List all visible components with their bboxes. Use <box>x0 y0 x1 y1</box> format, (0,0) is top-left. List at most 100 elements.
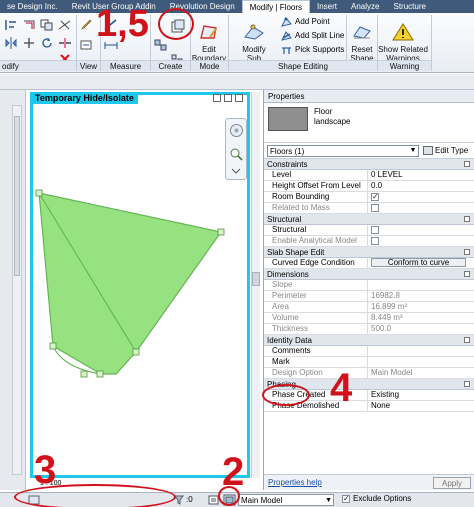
room-bounding-checkbox[interactable] <box>371 192 379 202</box>
edit-boundary-button[interactable]: Edit Boundary <box>191 23 227 63</box>
structural-checkbox[interactable] <box>371 226 379 234</box>
tab-structure[interactable]: Structure <box>386 0 432 13</box>
add-point-button[interactable]: Add Point <box>281 16 330 27</box>
group-slab-shape-edit[interactable]: Slab Shape Edit <box>264 247 474 258</box>
add-split-line-button[interactable]: Add Split Line <box>281 30 344 41</box>
minimize-view-icon[interactable] <box>213 94 221 102</box>
collapse-icon[interactable] <box>464 337 470 343</box>
group-identity-data[interactable]: Identity Data <box>264 335 474 346</box>
annotation-3: 3 <box>34 448 57 492</box>
instance-filter-dropdown[interactable]: Floors (1) ▼ <box>267 144 419 157</box>
warning-icon <box>392 23 414 41</box>
design-option-value: Main Model <box>241 496 283 505</box>
panel-label-modify: odify <box>0 60 76 71</box>
row-mark[interactable]: Mark <box>264 357 474 368</box>
reset-shape-button[interactable]: Reset Shape <box>348 23 376 63</box>
floor-type-swatch <box>268 107 308 131</box>
exclude-options-checkbox[interactable] <box>342 494 350 503</box>
vertex-handle[interactable] <box>217 228 225 236</box>
row-comments[interactable]: Comments <box>264 346 474 357</box>
annotation-ring-phasing <box>262 384 310 406</box>
design-option-dropdown[interactable]: Main Model ▼ <box>238 494 334 506</box>
panel-label-create: Create <box>151 60 190 71</box>
type-family: Floor <box>314 107 333 116</box>
vertex-handle[interactable] <box>35 189 43 197</box>
show-related-warnings-button[interactable]: Show Related Warnings <box>377 23 429 63</box>
align-icon[interactable] <box>4 19 18 31</box>
group-structural[interactable]: Structural <box>264 214 474 225</box>
project-browser-scrollbar[interactable] <box>12 105 22 475</box>
options-bar <box>0 74 474 90</box>
add-split-line-label: Add Split Line <box>295 31 345 40</box>
annotation-ring-create-similar <box>158 8 194 40</box>
vertex-handle[interactable] <box>132 348 140 356</box>
exclude-options-label: Exclude Options <box>353 494 412 503</box>
floor-shape[interactable] <box>38 192 223 375</box>
conform-to-curve-button[interactable]: Conform to curve <box>371 258 466 267</box>
view-pencil-icon[interactable] <box>80 19 94 31</box>
collapse-icon[interactable] <box>464 161 470 167</box>
row-area: Area 16.899 m² <box>264 302 474 313</box>
collapse-icon[interactable] <box>464 216 470 222</box>
row-related-to-mass: Related to Mass <box>264 203 474 214</box>
view-override-icon[interactable] <box>80 39 94 51</box>
enable-analytical-checkbox <box>371 237 379 245</box>
show-related-warnings-label-1: Show Related <box>378 45 428 54</box>
modify-sub-elements-label-1: Modify <box>242 45 266 54</box>
restore-view-icon[interactable] <box>224 94 232 102</box>
move-icon[interactable] <box>22 37 36 49</box>
apply-button[interactable]: Apply <box>433 476 471 489</box>
row-level[interactable]: Level 0 LEVEL <box>264 170 474 181</box>
rotate-icon[interactable] <box>40 37 54 49</box>
row-room-bounding[interactable]: Room Bounding <box>264 192 474 203</box>
trim-icon[interactable] <box>58 19 72 31</box>
edit-type-label: Edit Type <box>435 146 469 155</box>
view-scrollbar[interactable] <box>251 92 260 478</box>
tab-design-inc[interactable]: se Design Inc. <box>0 0 65 13</box>
row-slope: Slope <box>264 280 474 291</box>
chevron-down-icon: ▼ <box>409 146 417 154</box>
tab-insert[interactable]: Insert <box>310 0 344 13</box>
edit-type-icon <box>423 146 433 155</box>
edit-type-button[interactable]: Edit Type <box>423 146 468 155</box>
collapse-icon[interactable] <box>464 271 470 277</box>
row-structural[interactable]: Structural <box>264 225 474 236</box>
add-point-label: Add Point <box>295 17 330 26</box>
tab-modify-floors[interactable]: Modify | Floors <box>241 0 310 13</box>
reset-shape-label-1: Reset <box>351 45 373 54</box>
add-point-icon <box>281 16 292 27</box>
offset-icon[interactable] <box>22 19 36 31</box>
pick-supports-label: Pick Supports <box>295 45 345 54</box>
create-group-icon[interactable] <box>154 39 168 51</box>
floor-sketch[interactable] <box>33 108 248 478</box>
collapse-icon[interactable] <box>464 249 470 255</box>
vertex-handle[interactable] <box>49 342 57 350</box>
scrollbar-thumb[interactable] <box>14 116 20 276</box>
close-view-icon[interactable] <box>235 94 243 102</box>
exclude-options-toggle[interactable]: Exclude Options <box>342 494 411 503</box>
properties-help-link[interactable]: Properties help <box>268 478 322 487</box>
mirror-icon[interactable] <box>4 37 18 49</box>
type-name: landscape <box>314 117 351 126</box>
view-scrollbar-thumb[interactable] <box>252 272 260 286</box>
pick-supports-button[interactable]: Pick Supports <box>281 44 344 55</box>
copy-icon[interactable] <box>40 19 54 31</box>
row-curved-edge-condition[interactable]: Curved Edge Condition Conform to curve <box>264 258 474 269</box>
edit-boundary-icon <box>200 25 217 39</box>
tab-analyze[interactable]: Analyze <box>344 0 386 13</box>
collapse-icon[interactable] <box>464 381 470 387</box>
properties-title: Properties <box>264 90 474 103</box>
group-dimensions[interactable]: Dimensions <box>264 269 474 280</box>
panel-label-view: View <box>77 60 100 71</box>
vertex-handle[interactable] <box>96 370 104 378</box>
annotation-1-5: 1,5 <box>96 3 149 45</box>
modify-sub-elements-icon <box>244 24 264 40</box>
group-constraints[interactable]: Constraints <box>264 159 474 170</box>
annotation-4: 4 <box>330 366 353 410</box>
row-height-offset[interactable]: Height Offset From Level 0.0 <box>264 181 474 192</box>
panel-label-measure: Measure <box>101 60 150 71</box>
vertex-handle[interactable] <box>80 370 88 378</box>
panel-label-mode: Mode <box>191 60 228 71</box>
split-icon[interactable] <box>58 37 72 49</box>
type-selector-preview[interactable]: Floor landscape <box>264 103 474 143</box>
